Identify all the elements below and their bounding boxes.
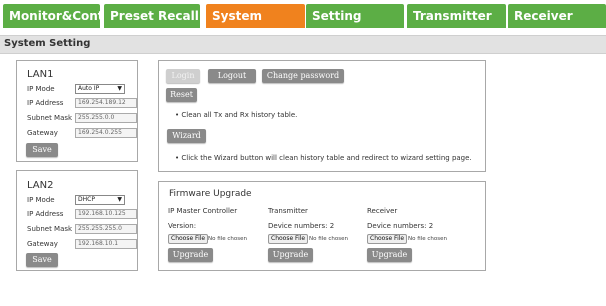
tab-setting[interactable]: Setting — [306, 4, 404, 28]
firmware-col-header: IP Master Controller — [168, 207, 238, 215]
system-actions-panel: Login Logout Change password Reset • Cle… — [158, 60, 486, 172]
firmware-col-sub: Version: — [168, 222, 197, 230]
lan1-ip-mode-value: Auto IP — [78, 85, 100, 92]
firmware-col-sub: Device numbers: 2 — [268, 222, 335, 230]
tab-preset-recall[interactable]: Preset Recall — [104, 4, 200, 28]
main-nav: Monitor&Control Preset Recall System Set… — [0, 0, 606, 30]
tab-monitor-control[interactable]: Monitor&Control — [3, 4, 100, 28]
upgrade-receiver-button[interactable]: Upgrade — [367, 248, 412, 262]
firmware-upgrade-panel: Firmware Upgrade IP Master Controller Ve… — [158, 181, 486, 271]
logout-button[interactable]: Logout — [208, 69, 256, 83]
tab-transmitter[interactable]: Transmitter — [407, 4, 506, 28]
lan1-gateway-field[interactable]: 169.254.0.255 — [75, 128, 137, 138]
tab-system[interactable]: System — [206, 4, 305, 28]
lan2-ip-mode-select[interactable]: DHCP ▼ — [75, 195, 125, 205]
lan2-ip-address-label: IP Address — [27, 210, 64, 218]
no-file-label: No file chosen — [408, 236, 447, 242]
chevron-down-icon: ▼ — [117, 196, 122, 203]
change-password-button[interactable]: Change password — [262, 69, 344, 83]
lan1-ip-address-field[interactable]: 169.254.189.12 — [75, 98, 137, 108]
wizard-button[interactable]: Wizard — [167, 129, 206, 143]
wizard-note-text: Click the Wizard button will clean histo… — [181, 154, 472, 162]
choose-file-button[interactable]: Choose File — [268, 234, 309, 244]
section-title-bar: System Setting — [0, 35, 606, 54]
lan2-subnet-label: Subnet Mask — [27, 225, 73, 233]
reset-note-text: Clean all Tx and Rx history table. — [181, 111, 298, 119]
lan2-ip-address-field[interactable]: 192.168.10.125 — [75, 209, 137, 219]
lan2-panel: LAN2 IP Mode DHCP ▼ IP Address 192.168.1… — [16, 170, 138, 271]
no-file-label: No file chosen — [208, 236, 247, 242]
lan2-subnet-field[interactable]: 255.255.255.0 — [75, 224, 137, 234]
firmware-col-header: Transmitter — [268, 207, 308, 215]
lan1-panel: LAN1 IP Mode Auto IP ▼ IP Address 169.25… — [16, 60, 138, 162]
login-button[interactable]: Login — [166, 69, 200, 83]
choose-file-button[interactable]: Choose File — [367, 234, 408, 244]
lan1-ip-address-label: IP Address — [27, 99, 64, 107]
upgrade-transmitter-button[interactable]: Upgrade — [268, 248, 313, 262]
upgrade-controller-button[interactable]: Upgrade — [168, 248, 213, 262]
lan2-ip-mode-value: DHCP — [78, 196, 95, 203]
chevron-down-icon: ▼ — [117, 85, 122, 92]
lan2-title: LAN2 — [27, 180, 54, 191]
firmware-title: Firmware Upgrade — [169, 189, 252, 199]
lan1-subnet-label: Subnet Mask — [27, 114, 73, 122]
no-file-label: No file chosen — [309, 236, 348, 242]
choose-file-button[interactable]: Choose File — [168, 234, 209, 244]
lan2-ip-mode-label: IP Mode — [27, 196, 55, 204]
section-title: System Setting — [4, 38, 91, 49]
lan1-ip-mode-label: IP Mode — [27, 85, 55, 93]
lan2-gateway-label: Gateway — [27, 240, 58, 248]
firmware-col-sub: Device numbers: 2 — [367, 222, 434, 230]
wizard-note: • Click the Wizard button will clean his… — [175, 154, 472, 162]
tab-receiver[interactable]: Receiver — [508, 4, 606, 28]
firmware-col-header: Receiver — [367, 207, 398, 215]
lan1-save-button[interactable]: Save — [26, 143, 58, 157]
lan1-ip-mode-select[interactable]: Auto IP ▼ — [75, 84, 125, 94]
lan1-subnet-field[interactable]: 255.255.0.0 — [75, 113, 137, 123]
reset-note: • Clean all Tx and Rx history table. — [175, 111, 298, 119]
reset-button[interactable]: Reset — [166, 88, 197, 102]
lan1-gateway-label: Gateway — [27, 129, 58, 137]
lan2-save-button[interactable]: Save — [26, 253, 58, 267]
lan2-gateway-field[interactable]: 192.168.10.1 — [75, 239, 137, 249]
lan1-title: LAN1 — [27, 69, 54, 80]
